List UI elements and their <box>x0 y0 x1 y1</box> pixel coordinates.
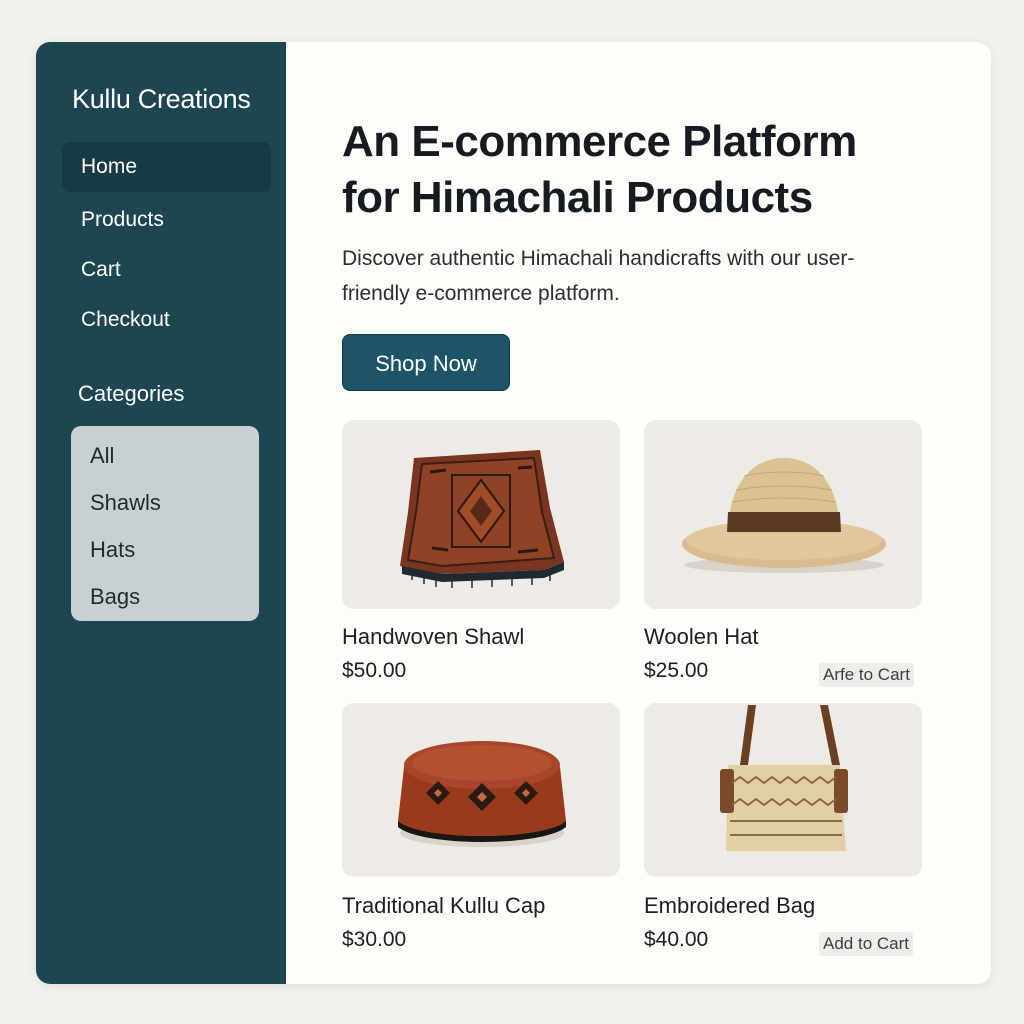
product-name[interactable]: Embroidered Bag <box>644 893 815 919</box>
nav-home[interactable]: Home <box>62 142 271 192</box>
category-shawls[interactable]: Shawls <box>90 490 161 516</box>
straw-hat-icon <box>682 458 886 573</box>
woven-bag-icon <box>720 705 848 851</box>
nav-checkout[interactable]: Checkout <box>62 295 271 345</box>
product-price: $40.00 <box>644 928 709 951</box>
page-description: Discover authentic Himachali handicrafts… <box>342 247 855 305</box>
app-window: Kullu Creations Home Products Cart Check… <box>36 42 991 984</box>
shawl-icon <box>400 450 564 588</box>
main-content: An E-commerce Platform for Himachali Pro… <box>286 42 991 984</box>
product-image-bag[interactable] <box>644 703 922 877</box>
product-image-shawl[interactable] <box>342 420 620 609</box>
category-bags[interactable]: Bags <box>90 584 140 610</box>
product-price: $25.00 <box>644 659 709 682</box>
brand-logo[interactable]: Kullu Creations <box>72 84 251 115</box>
nav-cart[interactable]: Cart <box>62 245 271 295</box>
page-title: An E-commerce Platform for Himachali Pro… <box>342 117 857 222</box>
product-name[interactable]: Handwoven Shawl <box>342 624 524 650</box>
categories-panel: All Shawls Hats Bags <box>71 426 259 621</box>
product-image-hat[interactable] <box>644 420 922 609</box>
sidebar: Kullu Creations Home Products Cart Check… <box>36 42 286 984</box>
product-image-cap[interactable] <box>342 703 620 877</box>
product-price: $30.00 <box>342 928 407 951</box>
add-to-cart-button[interactable]: Add to Cart <box>819 932 913 956</box>
category-all[interactable]: All <box>90 443 114 469</box>
category-hats[interactable]: Hats <box>90 537 135 563</box>
product-price: $50.00 <box>342 659 407 682</box>
product-name[interactable]: Traditional Kullu Cap <box>342 893 545 919</box>
add-to-cart-button[interactable]: Arfe to Cart <box>819 663 914 687</box>
kullu-cap-icon <box>398 741 566 847</box>
categories-heading: Categories <box>78 381 185 406</box>
shop-now-button[interactable]: Shop Now <box>342 334 510 391</box>
nav-products[interactable]: Products <box>62 195 271 245</box>
product-name[interactable]: Woolen Hat <box>644 624 759 650</box>
